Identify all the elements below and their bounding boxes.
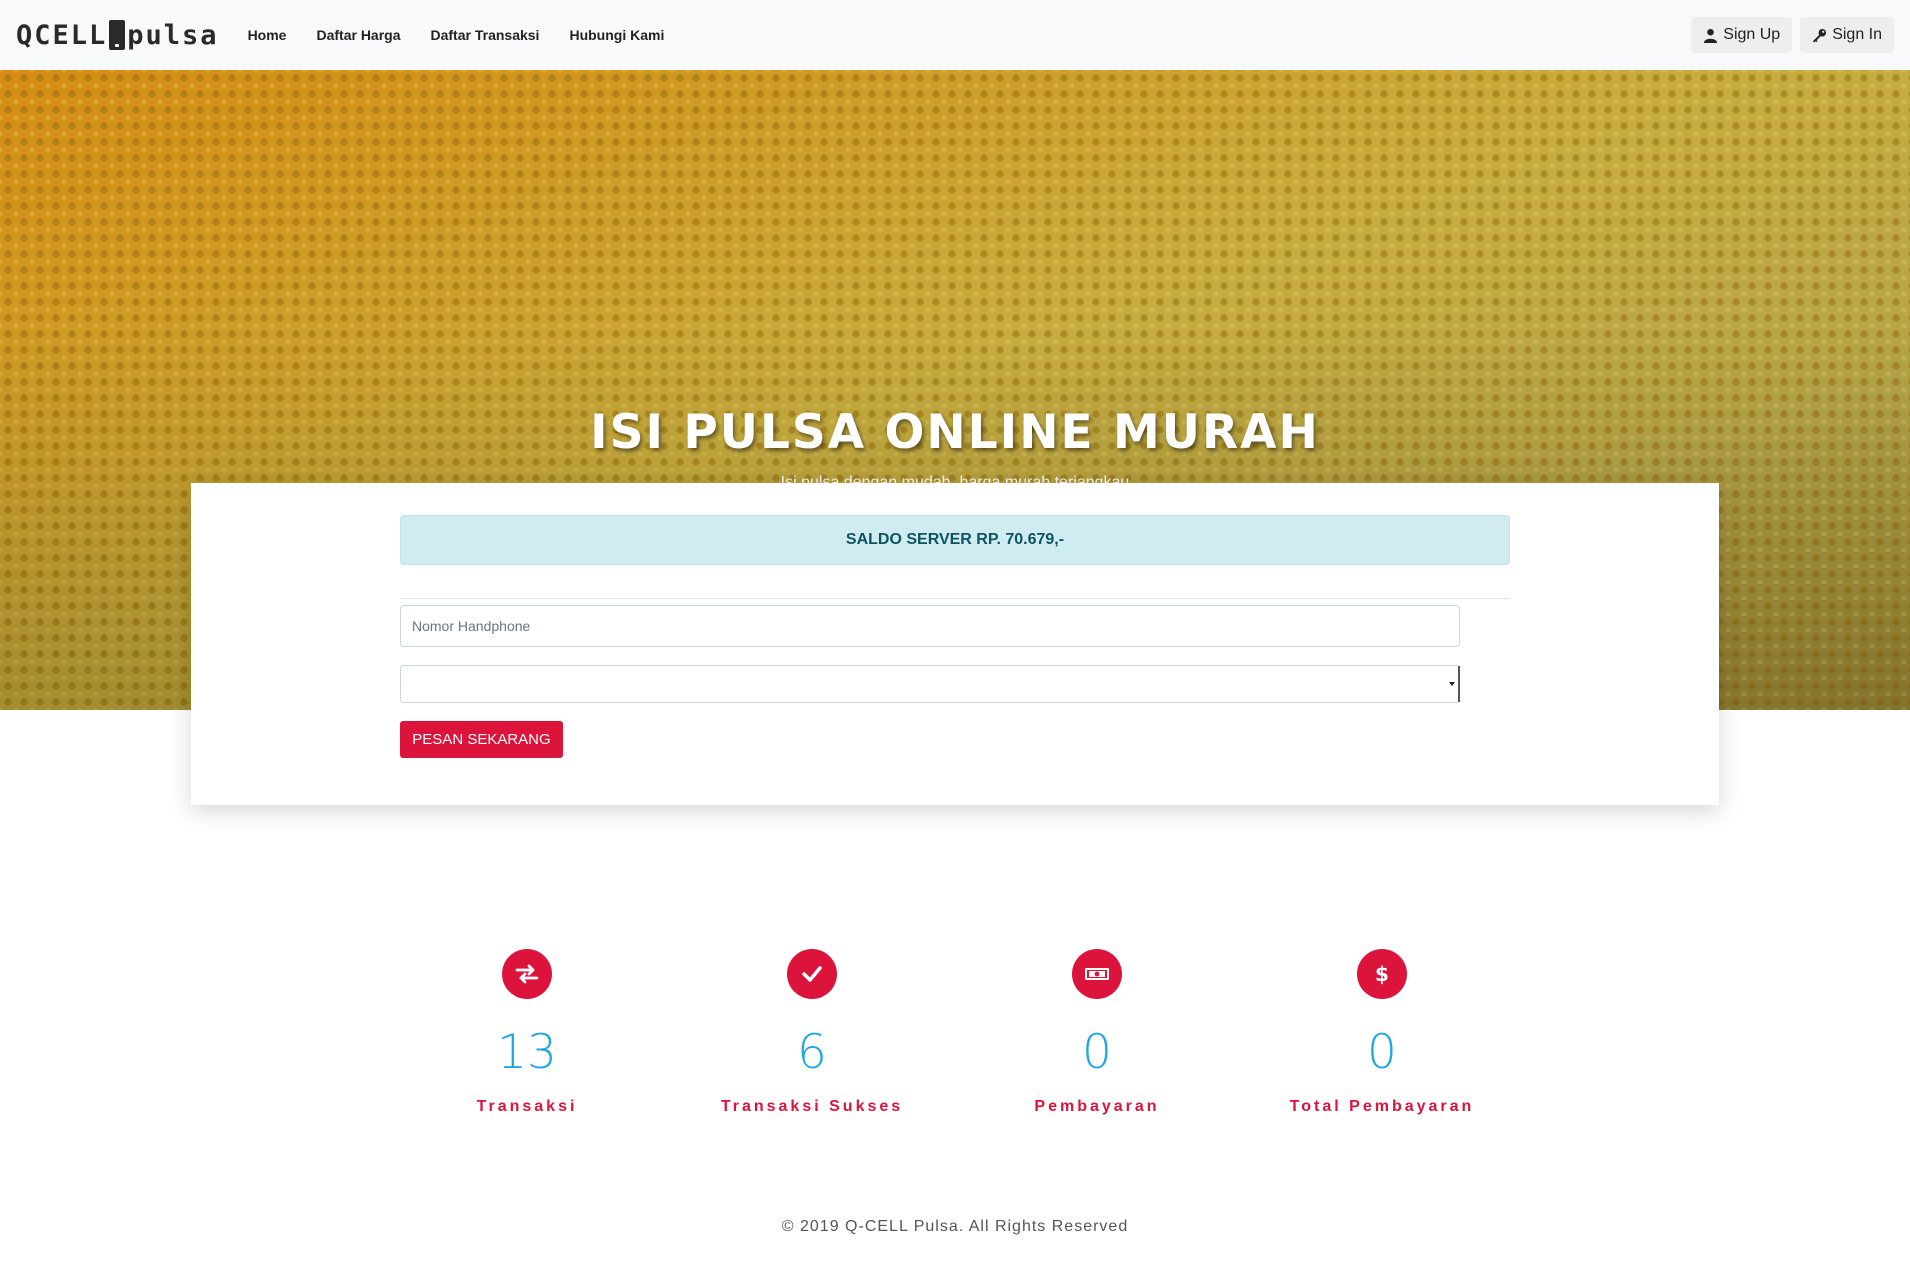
stat-value: 13 (497, 1025, 557, 1080)
saldo-alert: SALDO SERVER RP. 70.679,- (400, 515, 1510, 565)
nav-links: Home Daftar Harga Daftar Transaksi Hubun… (233, 27, 680, 43)
sign-in-label: Sign In (1832, 26, 1882, 43)
key-icon (1813, 28, 1827, 43)
nav-link-hubungi-kami[interactable]: Hubungi Kami (569, 27, 664, 43)
sign-up-button[interactable]: Sign Up (1691, 17, 1793, 53)
product-select[interactable] (400, 665, 1460, 703)
pesan-sekarang-button[interactable]: PESAN SEKARANG (400, 721, 563, 758)
hero-title: ISI PULSA ONLINE MURAH (590, 405, 1320, 460)
stat-label: Total Pembayaran (1289, 1098, 1475, 1115)
dollar-icon: $ (1357, 949, 1407, 999)
stat-total-pembayaran: $ 0 Total Pembayaran (1252, 949, 1512, 1116)
brand-logo[interactable]: QCELL pulsa (16, 20, 219, 51)
sign-up-label: Sign Up (1723, 26, 1781, 43)
stat-label: Transaksi (476, 1098, 578, 1115)
stat-value: 6 (797, 1025, 827, 1080)
divider (400, 598, 1510, 599)
select-edge (1458, 666, 1460, 702)
stat-pembayaran: 0 Pembayaran (967, 949, 1227, 1116)
svg-text:$: $ (1375, 962, 1389, 986)
stat-value: 0 (1367, 1025, 1397, 1080)
nav-link-home[interactable]: Home (248, 27, 287, 43)
check-icon (787, 949, 837, 999)
stat-label: Transaksi Sukses (720, 1098, 904, 1115)
nav-auth: Sign Up Sign In (1691, 17, 1894, 53)
phone-icon (109, 20, 126, 50)
navbar: QCELL pulsa Home Daftar Harga Daftar Tra… (0, 0, 1910, 70)
order-card: SALDO SERVER RP. 70.679,- PESAN SEKARANG (191, 483, 1719, 805)
stat-label: Pembayaran (1034, 1098, 1160, 1115)
footer-copyright: © 2019 Q-CELL Pulsa. All Rights Reserved (781, 1218, 1129, 1235)
user-icon (1704, 28, 1718, 43)
phone-number-input[interactable] (400, 605, 1460, 647)
brand-text-left: QCELL (16, 19, 108, 51)
stat-value: 0 (1082, 1025, 1112, 1080)
stat-transaksi-sukses: 6 Transaksi Sukses (682, 949, 942, 1116)
nav-link-daftar-transaksi[interactable]: Daftar Transaksi (431, 27, 540, 43)
sign-in-button[interactable]: Sign In (1800, 17, 1894, 53)
nav-link-daftar-harga[interactable]: Daftar Harga (316, 27, 400, 43)
money-icon (1072, 949, 1122, 999)
exchange-icon (502, 949, 552, 999)
stat-transaksi: 13 Transaksi (397, 949, 657, 1116)
brand-text-right: pulsa (127, 19, 219, 51)
chevron-down-icon (1449, 682, 1455, 686)
